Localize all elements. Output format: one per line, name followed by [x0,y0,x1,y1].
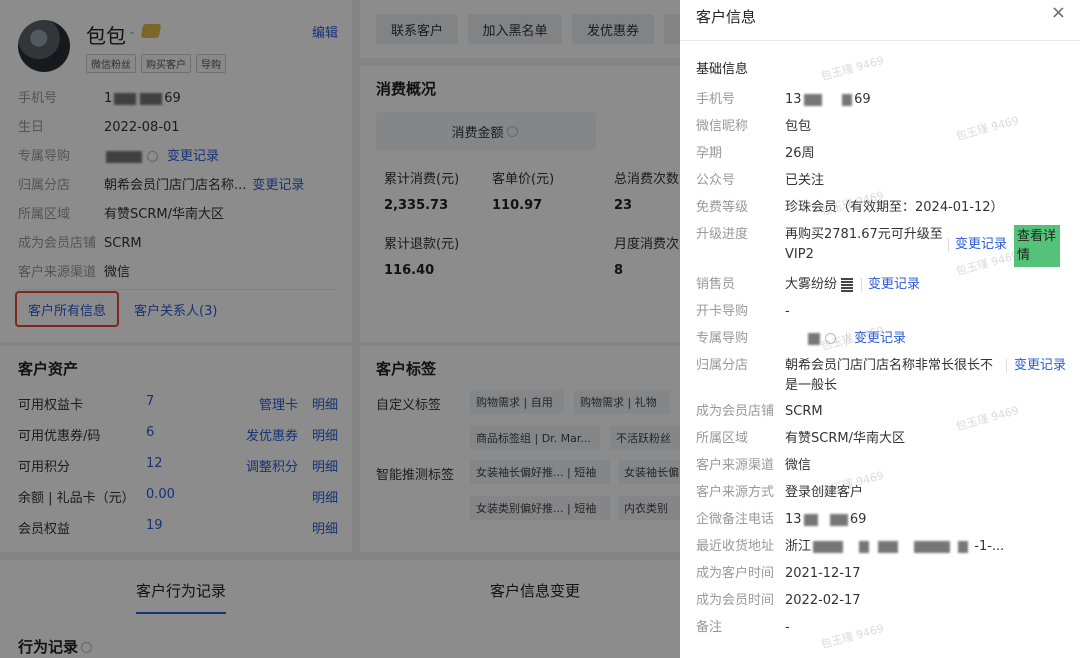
field-value: - [785,620,790,635]
field-value: 包包 [785,119,812,134]
field-label: 客户来源方式 [696,485,775,500]
field-label: 开卡导购 [696,304,749,319]
field-value: 大雾纷纷 [785,275,854,295]
field-value: 已关注 [785,173,825,188]
customer-info-drawer: 客户信息 × 基础信息 手机号 13 69 微信昵称 包包 孕期 26周 公众号… [680,0,1080,658]
field-label: 成为会员时间 [696,593,775,608]
field-label: 客户来源渠道 [696,458,775,473]
watermark: 包玉瑾 9469 [954,113,1021,144]
field-value: 浙江 -1-... [785,539,1005,554]
field-label: 孕期 [696,146,723,161]
field-value: - [785,304,790,319]
section-title: 基础信息 [696,62,749,77]
field-value: 朝希会员门店门店名称非常长很长不 [785,358,994,373]
field-label: 备注 [696,620,723,635]
field-label: 公众号 [696,173,736,188]
field-value: 2022-02-17 [785,593,861,608]
watermark: 包玉瑾 9469 [819,323,886,354]
change-record-link[interactable]: 变更记录 [868,275,920,295]
field-value: SCRM [785,404,823,419]
field-label: 手机号 [696,92,736,107]
field-value: 13 69 [785,92,871,107]
field-value-line2: 是一般长 [785,378,838,393]
field-value-line2: VIP2 [785,247,814,262]
field-value: 2021-12-17 [785,566,861,581]
field-label: 成为会员店铺 [696,404,775,419]
watermark: 包玉瑾 9469 [819,621,886,652]
field-value: 再购买2781.67元可升级至 [785,227,943,242]
field-label: 企微备注电话 [696,512,775,527]
field-value: 珍珠会员（有效期至：2024-01-12） [785,200,1004,215]
close-icon[interactable]: × [1051,2,1066,23]
divider [861,278,862,292]
watermark: 包玉瑾 9469 [819,53,886,84]
field-value: 有赞SCRM/华南大区 [785,431,905,446]
field-value: 26周 [785,146,815,161]
change-record-link[interactable]: 变更记录 [1014,356,1066,376]
field-store: 归属分店 朝希会员门店门店名称非常长很长不 是一般长 变更记录 [696,356,1068,396]
divider [1006,359,1007,373]
view-details-button[interactable]: 查看详情 [1014,225,1060,267]
field-label: 所属区域 [696,431,749,446]
drawer-title: 客户信息 [696,8,757,26]
field-label: 升级进度 [696,227,749,242]
field-label: 最近收货地址 [696,539,775,554]
field-value: 微信 [785,458,812,473]
divider [948,238,949,252]
field-label: 专属导购 [696,331,749,346]
divider [680,40,1080,41]
salesperson-icon [841,277,854,292]
field-label: 免费等级 [696,200,749,215]
field-value: 13 69 [785,512,867,527]
field-label: 微信昵称 [696,119,749,134]
watermark: 包玉瑾 9469 [954,403,1021,434]
field-label: 成为客户时间 [696,566,775,581]
field-label: 销售员 [696,277,736,292]
field-label: 归属分店 [696,358,749,373]
modal-mask[interactable] [0,0,680,658]
